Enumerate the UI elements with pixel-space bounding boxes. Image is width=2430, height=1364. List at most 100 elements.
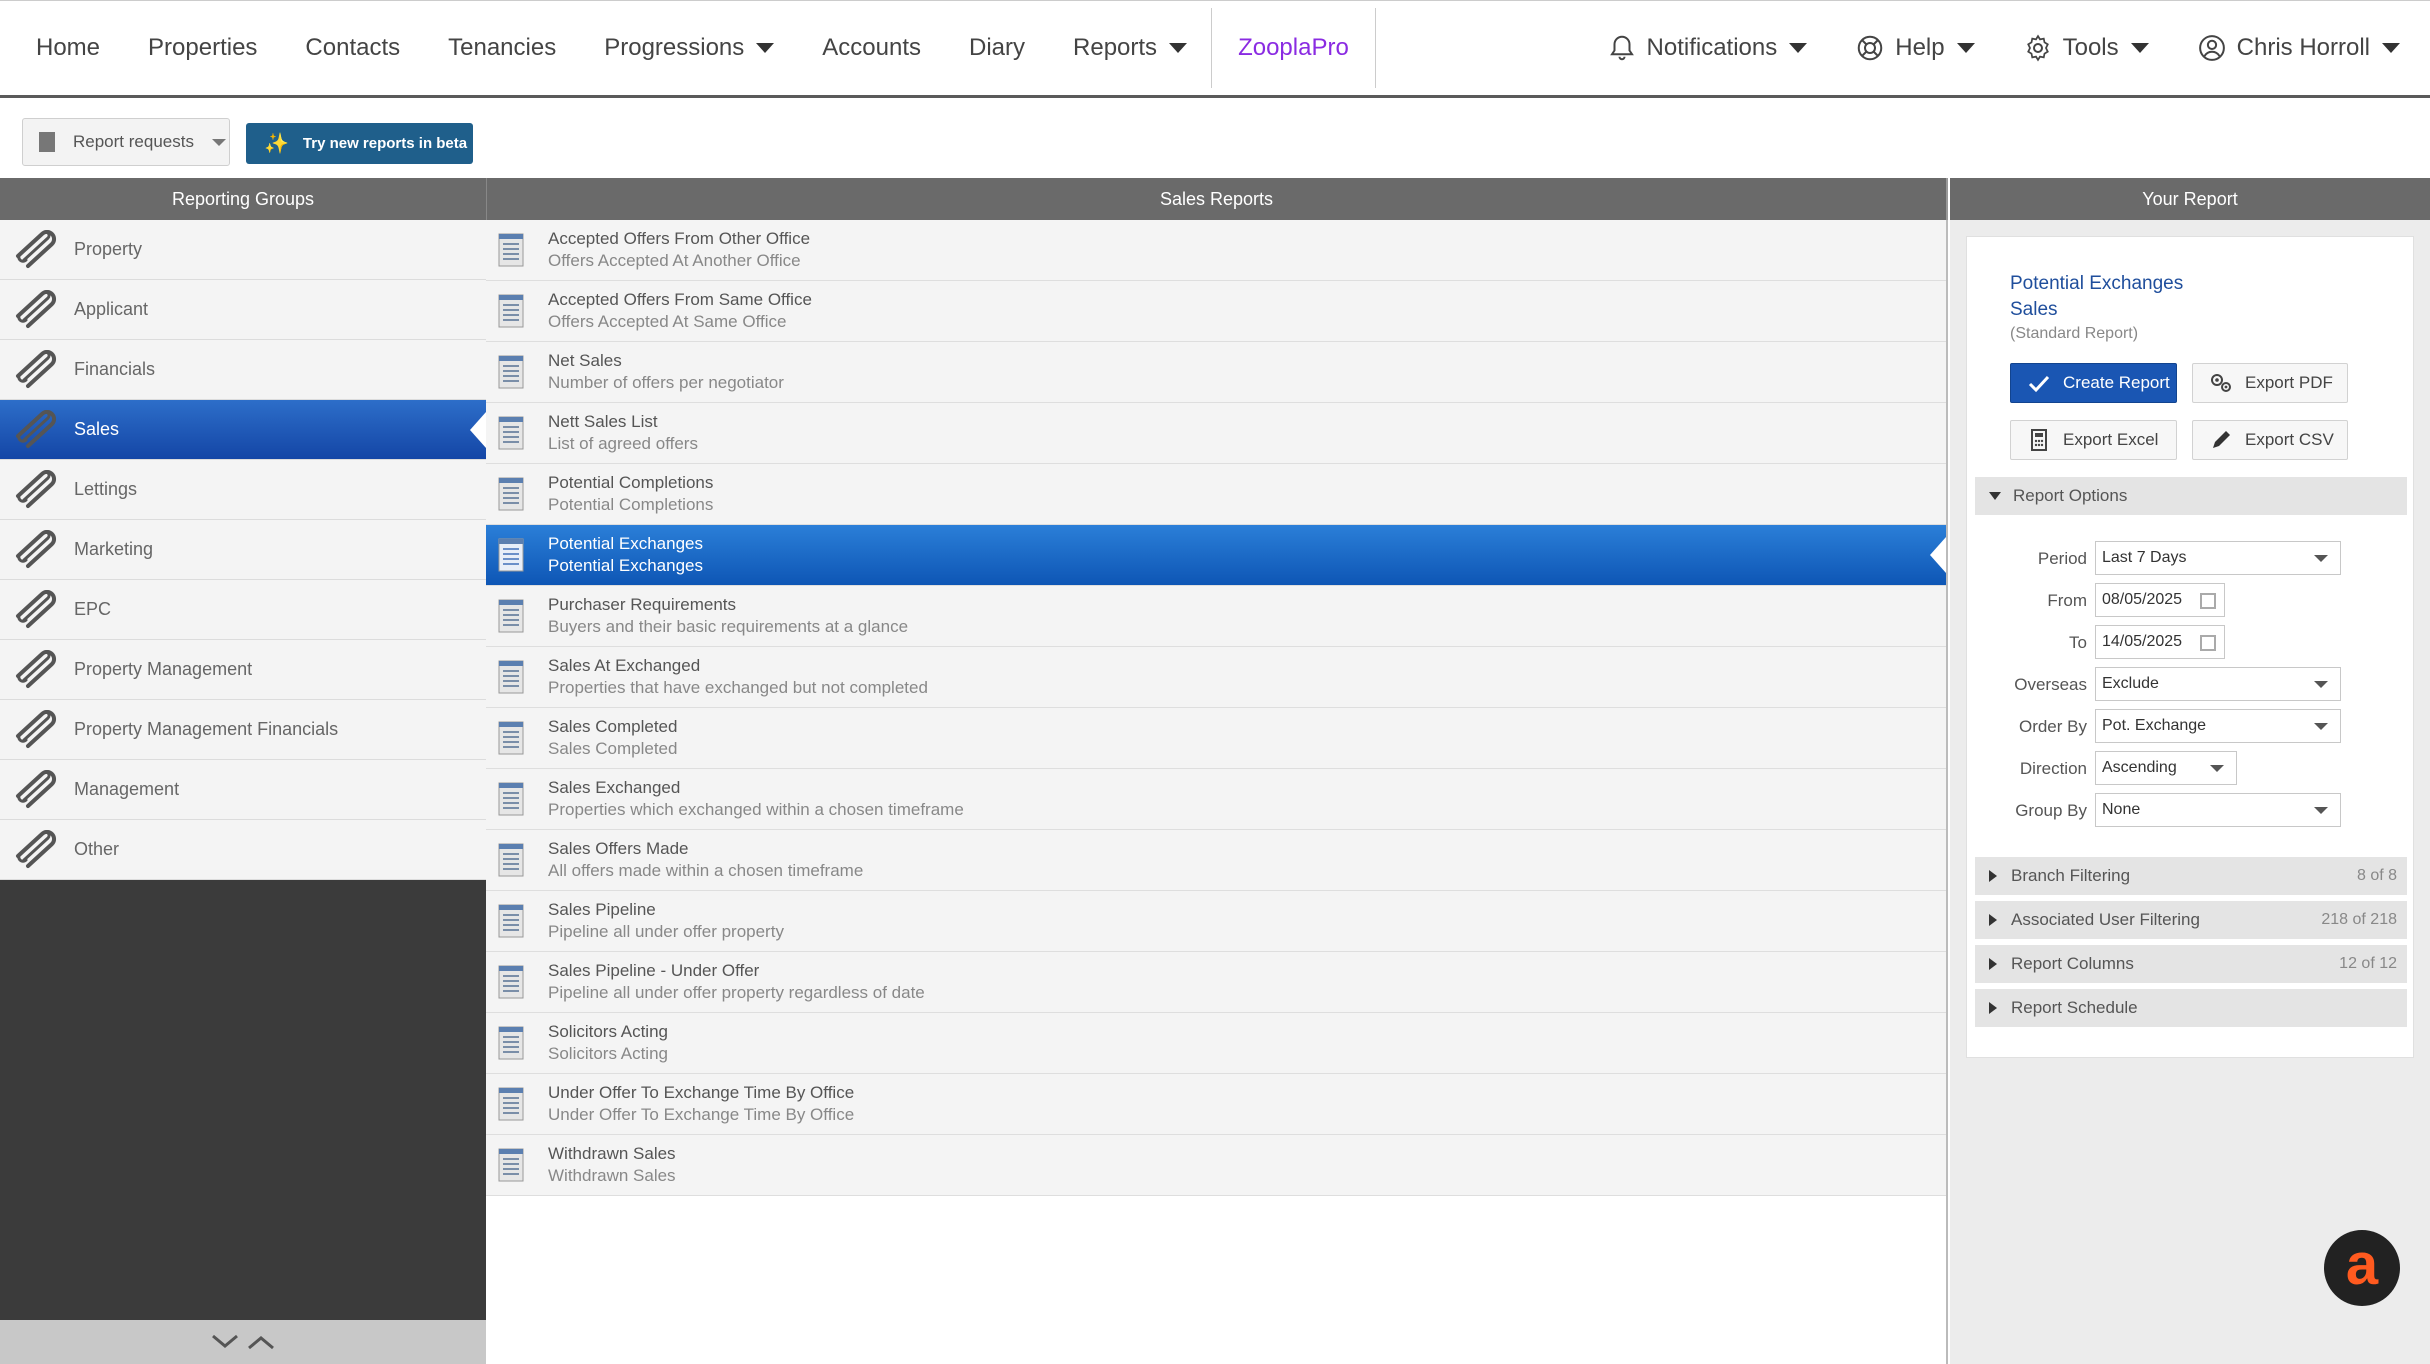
reporting-group-item[interactable]: Financials <box>0 340 486 400</box>
reporting-group-item[interactable]: Management <box>0 760 486 820</box>
nav-reports[interactable]: Reports <box>1049 1 1211 95</box>
nav-progressions[interactable]: Progressions <box>580 1 798 95</box>
reporting-group-label: Financials <box>74 359 156 379</box>
report-list-item[interactable]: Under Offer To Exchange Time By Office Un… <box>486 1074 1946 1135</box>
user-icon <box>2198 35 2225 61</box>
report-list-item[interactable]: Potential Exchanges Potential Exchanges <box>486 525 1946 586</box>
nav-zooplapro[interactable]: ZooplaPro <box>1212 1 1375 95</box>
export-csv-button[interactable]: Export CSV <box>2192 420 2348 460</box>
paperclip-icon <box>16 649 57 688</box>
nav-diary-label: Diary <box>969 34 1026 61</box>
report-list-item[interactable]: Sales Pipeline Pipeline all under offer p… <box>486 891 1946 952</box>
nav-diary[interactable]: Diary <box>945 1 1049 95</box>
report-list-item[interactable]: Withdrawn Sales Withdrawn Sales <box>486 1135 1946 1196</box>
reporting-group-item[interactable]: Marketing <box>0 520 486 580</box>
report-text: Accepted Offers From Other Office Offers … <box>548 228 810 272</box>
chevron-down-icon[interactable] <box>210 1332 240 1352</box>
chevron-down-icon <box>756 43 775 53</box>
calendar-icon[interactable] <box>2200 635 2216 651</box>
paperclip-icon <box>16 409 57 448</box>
paperclip-icon <box>16 829 57 868</box>
export-csv-label: Export CSV <box>2245 430 2334 449</box>
direction-select[interactable]: Ascending <box>2095 751 2237 785</box>
reporting-group-item[interactable]: Property Management <box>0 640 486 700</box>
group-by-value: None <box>2102 801 2141 818</box>
overseas-select[interactable]: Exclude <box>2095 667 2341 701</box>
report-requests-dropdown[interactable]: Report requests <box>22 118 230 166</box>
report-list-item[interactable]: Sales Pipeline - Under Offer Pipeline all… <box>486 952 1946 1013</box>
period-select[interactable]: Last 7 Days <box>2095 541 2341 575</box>
nav-tools-label: Tools <box>2062 34 2119 61</box>
nav-user[interactable]: Chris Horroll <box>2173 1 2430 95</box>
reporting-group-item[interactable]: Applicant <box>0 280 486 340</box>
export-excel-button[interactable]: Export Excel <box>2010 420 2177 460</box>
report-options-toggle[interactable]: Report Options <box>1975 477 2407 515</box>
reporting-group-item[interactable]: Lettings <box>0 460 486 520</box>
try-beta-reports-button[interactable]: ✨ Try new reports in beta <box>246 123 473 164</box>
section-toggle[interactable]: Report Schedule <box>1975 989 2407 1027</box>
report-list-item[interactable]: Sales At Exchanged Properties that have e… <box>486 647 1946 708</box>
export-pdf-button[interactable]: Export PDF <box>2192 363 2348 403</box>
reporting-group-item[interactable]: Property <box>0 220 486 280</box>
to-date-input[interactable]: 14/05/2025 <box>2095 625 2225 659</box>
report-document-icon <box>498 233 524 267</box>
report-text: Sales Exchanged Properties which exchange… <box>548 777 964 821</box>
report-document-icon <box>498 660 524 694</box>
group-by-label: Group By <box>2015 801 2087 820</box>
report-list-item[interactable]: Potential Completions Potential Completio… <box>486 464 1946 525</box>
order-by-select[interactable]: Pot. Exchange <box>2095 709 2341 743</box>
report-list-item[interactable]: Accepted Offers From Same Office Offers A… <box>486 281 1946 342</box>
create-report-button[interactable]: Create Report <box>2010 363 2177 403</box>
report-title: Sales At Exchanged <box>548 656 701 675</box>
sparkle-icon: ✨ <box>264 133 289 155</box>
report-description: Properties which exchanged within a chos… <box>548 800 964 819</box>
chat-help-button[interactable]: a <box>2324 1230 2400 1306</box>
report-text: Withdrawn Sales Withdrawn Sales <box>548 1143 676 1187</box>
from-date-input[interactable]: 08/05/2025 <box>2095 583 2225 617</box>
section-toggle[interactable]: Associated User Filtering 218 of 218 <box>1975 901 2407 939</box>
section-toggle[interactable]: Report Columns 12 of 12 <box>1975 945 2407 983</box>
chevron-up-icon[interactable] <box>246 1332 276 1352</box>
reporting-group-label: Management <box>74 779 180 799</box>
report-list-item[interactable]: Sales Completed Sales Completed <box>486 708 1946 769</box>
nav-tools[interactable]: Tools <box>1999 1 2173 95</box>
nav-properties[interactable]: Properties <box>124 1 281 95</box>
paperclip-icon <box>16 349 57 388</box>
report-description: Sales Completed <box>548 739 678 758</box>
reporting-group-item[interactable]: Other <box>0 820 486 880</box>
nav-contacts-label: Contacts <box>305 34 401 61</box>
reporting-group-item[interactable]: Sales <box>0 400 486 460</box>
section-toggle[interactable]: Branch Filtering 8 of 8 <box>1975 857 2407 895</box>
report-list-item[interactable]: Solicitors Acting Solicitors Acting <box>486 1013 1946 1074</box>
report-title: Solicitors Acting <box>548 1022 668 1041</box>
triangle-right-icon <box>1989 914 1997 926</box>
group-by-select[interactable]: None <box>2095 793 2341 827</box>
report-list-item[interactable]: Sales Exchanged Properties which exchange… <box>486 769 1946 830</box>
reporting-group-item[interactable]: EPC <box>0 580 486 640</box>
report-list-item[interactable]: Purchaser Requirements Buyers and their b… <box>486 586 1946 647</box>
section-label: Report Columns <box>2011 954 2134 973</box>
report-list-item[interactable]: Nett Sales List List of agreed offers <box>486 403 1946 464</box>
your-report-header: Your Report <box>1950 178 2430 220</box>
nav-tenancies[interactable]: Tenancies <box>424 1 580 95</box>
report-title: Accepted Offers From Same Office <box>548 290 812 309</box>
pencil-icon <box>2213 431 2230 448</box>
nav-help[interactable]: Help <box>1831 1 1998 95</box>
nav-right: Notifications Help Tools Chris Horroll <box>1583 1 2430 95</box>
section-count: 12 of 12 <box>2339 955 2397 972</box>
chevron-down-icon <box>1169 43 1188 53</box>
calendar-icon[interactable] <box>2200 593 2216 609</box>
report-list-item[interactable]: Accepted Offers From Other Office Offers … <box>486 220 1946 281</box>
report-list-item[interactable]: Net Sales Number of offers per negotiator <box>486 342 1946 403</box>
reporting-group-item[interactable]: Property Management Financials <box>0 700 486 760</box>
nav-contacts[interactable]: Contacts <box>281 1 424 95</box>
report-description: Buyers and their basic requirements at a… <box>548 617 909 636</box>
paperclip-icon <box>16 589 57 628</box>
nav-home[interactable]: Home <box>12 1 124 95</box>
nav-notifications[interactable]: Notifications <box>1583 1 1832 95</box>
report-list-item[interactable]: Sales Offers Made All offers made within … <box>486 830 1946 891</box>
nav-accounts[interactable]: Accounts <box>798 1 945 95</box>
report-document-icon <box>498 355 524 389</box>
report-description: Under Offer To Exchange Time By Office <box>548 1105 855 1124</box>
report-title: Potential Completions <box>548 473 714 492</box>
